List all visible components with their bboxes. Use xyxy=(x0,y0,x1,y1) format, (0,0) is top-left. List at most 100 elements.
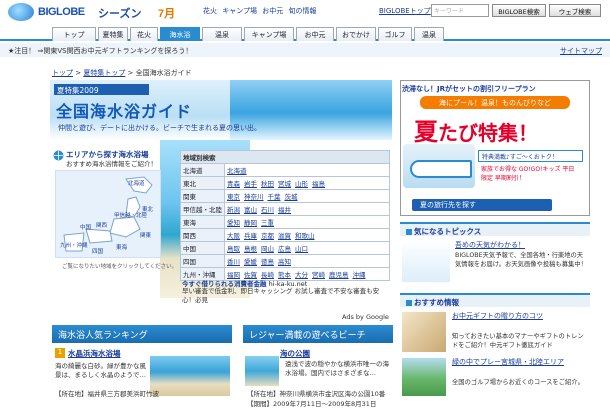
tab-swimming[interactable]: 海水浴 xyxy=(160,27,200,41)
pref-link[interactable]: 神奈川 xyxy=(244,193,264,201)
breadcrumb-top[interactable]: トップ xyxy=(52,69,73,77)
tab-summer[interactable]: 夏特集 xyxy=(98,27,128,41)
pref-link[interactable]: 愛媛 xyxy=(244,258,257,266)
top-links: 花火 キャンプ場 お中元 旬の情報 xyxy=(203,6,320,16)
map-region-chugoku[interactable]: 中国 xyxy=(80,223,91,231)
jr-promo-1: 特典満載♪すご〜くおトク！ xyxy=(478,150,583,162)
tab-onsen-2[interactable]: 温泉 xyxy=(414,27,444,41)
biglobe-top-link[interactable]: BIGLOBEトップ xyxy=(379,6,431,16)
map-region-shikoku[interactable]: 四国 xyxy=(92,247,103,255)
pref-link[interactable]: 秋田 xyxy=(261,180,274,188)
top-link-seasonal[interactable]: 旬の情報 xyxy=(289,7,317,15)
nav-tabs: トップ 夏特集 花火 海水浴 温泉 キャンプ場 お中元 おでかけ ゴルフ 温泉 xyxy=(0,27,610,41)
map-region-kansai[interactable]: 関西 xyxy=(96,221,107,229)
leisure-item-link[interactable]: 海の公園 xyxy=(280,348,310,359)
map-region-kyushu[interactable]: 九州・沖縄 xyxy=(60,241,88,249)
map-region-hokkaido[interactable]: 北海道 xyxy=(128,179,145,187)
pref-link[interactable]: 広島 xyxy=(278,245,291,253)
leisure-location: 【所在地】神奈川県横浜市金沢区海の公園10番 【期間】2009年7月11日〜20… xyxy=(247,390,386,408)
pref-link[interactable]: 山形 xyxy=(295,180,308,188)
ads-by-google[interactable]: Ads by Google xyxy=(342,313,389,321)
pref-link[interactable]: 滋賀 xyxy=(278,232,291,240)
recommend-header: おすすめ情報 xyxy=(400,293,590,307)
pref-link[interactable]: 島根 xyxy=(244,245,257,253)
top-link-campsite[interactable]: キャンプ場 xyxy=(222,7,257,15)
breadcrumb: トップ > 夏特集トップ > 全国海水浴ガイド xyxy=(52,69,192,77)
pref-link[interactable]: 静岡 xyxy=(244,219,257,227)
pref-link[interactable]: 東京 xyxy=(227,193,240,201)
region-table-header: 地域別検索 xyxy=(180,150,390,164)
jr-banner-pill: 海にプール！温泉！ものんびりなど xyxy=(420,96,570,109)
japan-map[interactable]: 北海道 東北 関東 甲信越・北陸 東海 関西 中国 四国 九州・沖縄 xyxy=(55,170,161,258)
pref-link[interactable]: 岩手 xyxy=(244,180,257,188)
top-link-fireworks[interactable]: 花火 xyxy=(203,7,217,15)
news-bar[interactable]: ★注目！ ⇒関東VS関西お中元ギフトランキングを探ろう！ xyxy=(0,43,610,57)
ad-description: 早い審査で低金利、即日キャッシング お試し審査で不安な審査も安心！必見 xyxy=(182,287,380,304)
pref-link[interactable]: 富山 xyxy=(244,206,257,214)
pref-link[interactable]: 青森 xyxy=(227,180,240,188)
web-search-button[interactable]: ウェブ検索 xyxy=(549,4,601,17)
pref-link[interactable]: 千葉 xyxy=(268,193,281,201)
pref-link[interactable]: 京都 xyxy=(261,232,274,240)
table-row: 四国 香川 愛媛 徳島 高知 xyxy=(180,254,390,268)
season-title[interactable]: シーズン xyxy=(98,5,141,21)
tab-campsite[interactable]: キャンプ場 xyxy=(244,27,294,41)
pref-link[interactable]: 和歌山 xyxy=(295,232,315,240)
jr-promo-2: 家族でお得な GO!GO!キッズ 平日限定 早期割引！ xyxy=(478,163,583,185)
region-table: 地域別検索 北海道 北海道 東北 青森 岩手 秋田 宮城 山形 福島 関東 東京 神奈川 千葉 茨城 … xyxy=(180,150,390,281)
pref-link[interactable]: 兵庫 xyxy=(244,232,257,240)
pref-link[interactable]: 茨城 xyxy=(285,193,298,201)
pref-link[interactable]: 鳥取 xyxy=(227,245,240,253)
pref-link[interactable]: 北海道 xyxy=(227,167,247,175)
pref-link[interactable]: 三重 xyxy=(261,219,274,227)
pref-link[interactable]: 石川 xyxy=(261,206,274,214)
tab-fireworks[interactable]: 花火 xyxy=(130,27,158,41)
breadcrumb-summer[interactable]: 夏特集トップ xyxy=(83,69,125,77)
rank-badge: 1 xyxy=(55,348,65,358)
recommend-link-1[interactable]: お中元ギフトの贈り方のコツ xyxy=(452,312,590,321)
pref-link[interactable]: 福井 xyxy=(278,206,291,214)
rank-description: 海の綺麗な白砂。緑が豊かな風景は、まるしく水晶のようで… xyxy=(55,362,146,379)
tab-ochugen[interactable]: お中元 xyxy=(296,27,334,41)
biglobe-mascot-icon[interactable] xyxy=(8,3,34,21)
tab-golf[interactable]: ゴルフ xyxy=(378,27,412,41)
gift-image[interactable] xyxy=(402,312,446,352)
pref-link[interactable]: 山口 xyxy=(295,245,308,253)
pref-link[interactable]: 宮城 xyxy=(278,180,291,188)
tab-outing[interactable]: おでかけ xyxy=(336,27,376,41)
leisure-photo[interactable] xyxy=(245,356,279,386)
weather-map-image[interactable] xyxy=(402,240,450,282)
tab-onsen[interactable]: 温泉 xyxy=(202,27,242,41)
biglobe-search-button[interactable]: BIGLOBE検索 xyxy=(492,4,546,17)
rank-item-link[interactable]: 水晶浜海水浴場 xyxy=(68,348,121,359)
recommend-link-2[interactable]: 緑の中でプレー宮城県・北陸エリア xyxy=(452,358,590,367)
recommend-bullet-icon xyxy=(406,300,412,306)
topics-link[interactable]: 吾めの天気がわかる！ xyxy=(455,240,525,250)
map-region-kanto[interactable]: 関東 xyxy=(140,231,151,239)
golf-image[interactable] xyxy=(402,358,446,396)
top-link-ochugen[interactable]: お中元 xyxy=(262,7,283,15)
pref-link[interactable]: 高知 xyxy=(278,258,291,266)
sitemap-link[interactable]: サイトマップ xyxy=(560,46,602,56)
pref-link[interactable]: 岡山 xyxy=(261,245,274,253)
page-title: 全国海水浴ガイド xyxy=(56,104,193,121)
search-input[interactable]: キーワード xyxy=(431,4,489,17)
table-row: 中国 鳥取 島根 岡山 広島 山口 xyxy=(180,241,390,255)
topics-header: 気になるトピックス xyxy=(400,222,590,236)
pref-link[interactable]: 大阪 xyxy=(227,232,240,240)
pref-link[interactable]: 福島 xyxy=(312,180,325,188)
jr-search-button[interactable]: 夏の旅行先を探す xyxy=(412,199,552,211)
map-note: ご覧になりたい地域をクリックしてください。 xyxy=(62,264,178,270)
tab-top[interactable]: トップ xyxy=(52,27,96,41)
pref-link[interactable]: 香川 xyxy=(227,258,240,266)
map-region-tokai[interactable]: 東海 xyxy=(116,243,127,251)
month-label: 7月 xyxy=(158,8,176,20)
jr-headline-kanji: 夏 xyxy=(414,119,438,146)
pref-link[interactable]: 新潟 xyxy=(227,206,240,214)
pref-link[interactable]: 徳島 xyxy=(261,258,274,266)
rank-photo[interactable] xyxy=(150,356,230,396)
pref-link[interactable]: 愛知 xyxy=(227,219,240,227)
biglobe-logo[interactable]: BIGLOBE xyxy=(38,6,85,18)
map-region-koshinetsu[interactable]: 甲信越・北陸 xyxy=(114,211,147,219)
jr-banner-top: 渋滞なし！JRがセットの割引フリープラン xyxy=(402,85,536,93)
